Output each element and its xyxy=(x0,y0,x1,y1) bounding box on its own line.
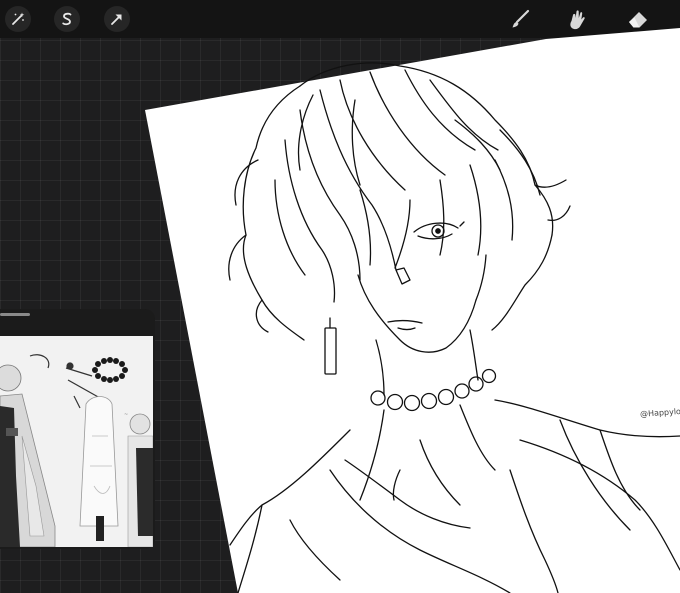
reference-robe xyxy=(79,396,119,541)
svg-text:~: ~ xyxy=(124,412,128,418)
reference-window-handle[interactable] xyxy=(0,313,30,316)
reference-image: ~ xyxy=(0,336,153,547)
